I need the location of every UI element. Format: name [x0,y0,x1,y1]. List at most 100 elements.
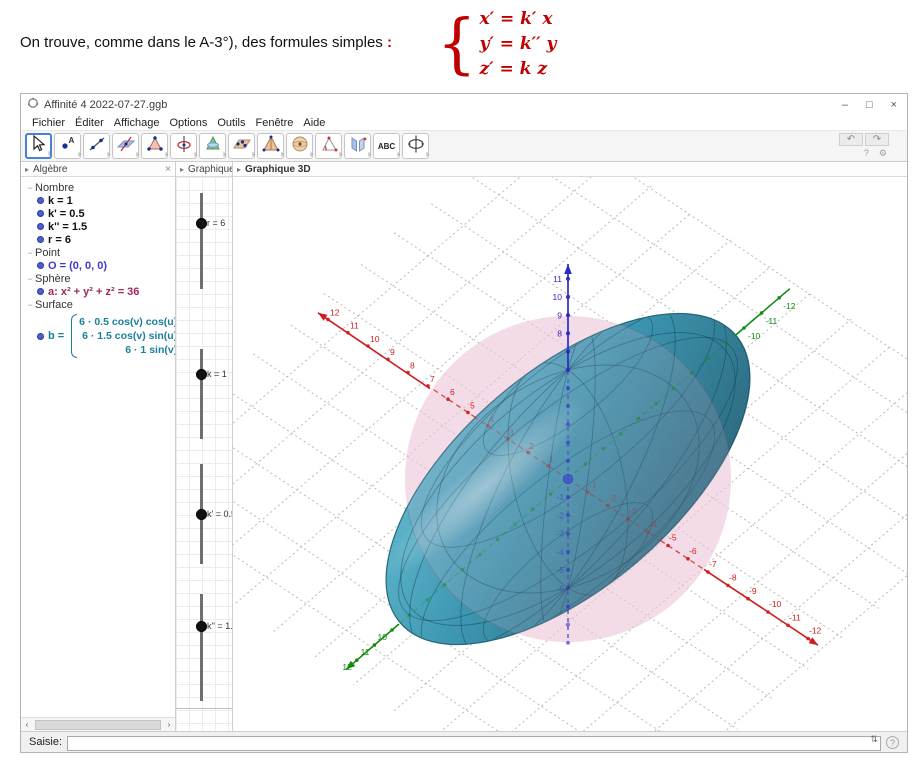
pyramid-tool-button[interactable] [257,133,284,159]
slider-track-kdoubleprime [200,594,203,701]
item-r[interactable]: r = 6 [25,233,175,246]
section-nombre[interactable]: − Nombre [25,181,175,194]
slider-handle-kprime[interactable] [196,509,207,520]
slider-canvas[interactable]: r = 6 k = 1 k' = 0.5 k'' = 1.5 [176,177,232,731]
sentence-text: On trouve, comme dans le A-3°), des form… [20,34,383,51]
svg-text:1: 1 [549,454,554,464]
graphique-header-caret[interactable]: ▸ [180,165,184,174]
item-point-O[interactable]: O = (0, 0, 0) [25,259,175,272]
slider-track-r [200,193,203,289]
item-surface-b[interactable]: b = 6 · 0.5 cos(v) cos(u) 6 · 1.5 cos(v)… [25,314,175,358]
collapse-icon[interactable]: − [25,274,35,284]
pyramid-icon [261,134,281,159]
scroll-right-icon[interactable]: › [163,720,175,729]
svg-text:8: 8 [557,329,562,339]
menu-fichier[interactable]: Fichier [27,117,70,129]
line-tool-button[interactable] [83,133,110,159]
scroll-left-icon[interactable]: ‹ [21,720,33,729]
slider-handle-k[interactable] [196,369,207,380]
collapse-icon[interactable]: − [25,183,35,193]
graphique3d-header-caret[interactable]: ▸ [237,165,241,174]
text-tool-button[interactable]: ABC [373,133,400,159]
section-label: Nombre [35,181,75,194]
scroll-thumb[interactable] [35,719,161,730]
move-tool-button[interactable] [25,133,52,159]
section-label: Point [35,246,61,259]
perpendicular-plane-tool-button[interactable] [112,133,139,159]
settings-gear-icon[interactable]: ⚙ [879,148,887,159]
menu-affichage[interactable]: Affichage [109,117,165,129]
plane-line-icon [116,134,136,159]
intersect-surfaces-tool-button[interactable] [199,133,226,159]
svg-text:9: 9 [390,347,395,357]
item-k[interactable]: k = 1 [25,194,175,207]
menu-options[interactable]: Options [164,117,212,129]
redo-button[interactable]: ↷ [865,133,889,146]
menubar: Fichier Éditer Affichage Options Outils … [21,115,907,131]
input-spinner-icon[interactable]: ⇅ [870,734,878,745]
slider-handle-r[interactable] [196,218,207,229]
statusbar: Saisie: ⇅ ? [21,731,907,752]
origin-point-O[interactable] [562,473,574,485]
reflect-tool-button[interactable] [344,133,371,159]
help-icon[interactable]: ? [864,148,869,159]
polygon-tool-button[interactable] [141,133,168,159]
close-button[interactable]: × [891,99,897,111]
circle-axis-tool-button[interactable] [170,133,197,159]
surface-equals: = [57,330,65,342]
sentence-colon: : [382,34,392,51]
undo-button[interactable]: ↶ [839,133,863,146]
section-surface[interactable]: − Surface [25,298,175,311]
visibility-marble[interactable] [37,262,44,269]
item-k-doubleprime[interactable]: k'' = 1.5 [25,220,175,233]
visibility-marble[interactable] [37,288,44,295]
algebra-horizontal-scrollbar[interactable]: ‹ › [21,717,175,731]
rotate-view-tool-button[interactable] [402,133,429,159]
menu-outils[interactable]: Outils [212,117,250,129]
menu-fenetre[interactable]: Fenêtre [250,117,298,129]
saisie-input[interactable] [67,735,881,751]
maximize-button[interactable]: □ [866,99,873,111]
slider-handle-kdoubleprime[interactable] [196,621,207,632]
svg-text:A: A [68,136,74,145]
svg-text:-3: -3 [556,529,564,539]
svg-text:6: 6 [450,387,455,397]
section-label: Sphère [35,272,71,285]
point-icon: A [58,134,78,159]
svg-text:5: 5 [470,401,475,411]
sphere-tool-button[interactable] [286,133,313,159]
visibility-marble[interactable] [37,223,44,230]
menu-aide[interactable]: Aide [298,117,330,129]
plane-through-points-tool-button[interactable] [228,133,255,159]
equation-x: x′ = k′ x [479,8,553,29]
visibility-marble[interactable] [37,236,44,243]
point-tool-button[interactable]: A [54,133,81,159]
matrix-row: 6 · 0.5 cos(v) cos(u) [79,316,175,328]
collapse-icon[interactable]: − [25,248,35,258]
item-sphere-a[interactable]: a: x² + y² + z² = 36 [25,285,175,298]
svg-text:-8: -8 [729,573,737,583]
slider-label-r: r = 6 [207,218,226,228]
svg-text:-11: -11 [766,316,778,326]
visibility-marble[interactable] [37,210,44,217]
collapse-icon[interactable]: − [25,300,35,310]
surface-name: b [48,330,55,342]
item-k-prime[interactable]: k' = 0.5 [25,207,175,220]
polygon-icon [145,134,165,159]
sphere-icon [290,134,310,159]
3d-viewport[interactable]: 1 2 3 4 5 6 7 8 9 10 11 12 -1 -2 -3 -4 -… [233,162,907,731]
section-sphere[interactable]: − Sphère [25,272,175,285]
menu-editer[interactable]: Éditer [70,117,109,129]
algebra-panel: ▸ Algèbre × − Nombre k = 1 k' = 0.5 k'' =… [21,162,176,731]
angle-tool-button[interactable] [315,133,342,159]
svg-text:-2: -2 [556,511,564,521]
input-help-icon[interactable]: ? [886,735,899,749]
algebra-header-caret[interactable]: ▸ [25,165,29,174]
section-point[interactable]: − Point [25,246,175,259]
visibility-marble[interactable] [37,197,44,204]
graphique-panel: ▸ Graphique r = 6 k = 1 k' = 0.5 k'' = 1… [176,162,233,731]
algebra-close-icon[interactable]: × [165,164,171,175]
surface-matrix: 6 · 0.5 cos(v) cos(u) 6 · 1.5 cos(v) sin… [71,314,175,358]
minimize-button[interactable]: – [842,99,848,111]
visibility-marble[interactable] [37,332,44,340]
